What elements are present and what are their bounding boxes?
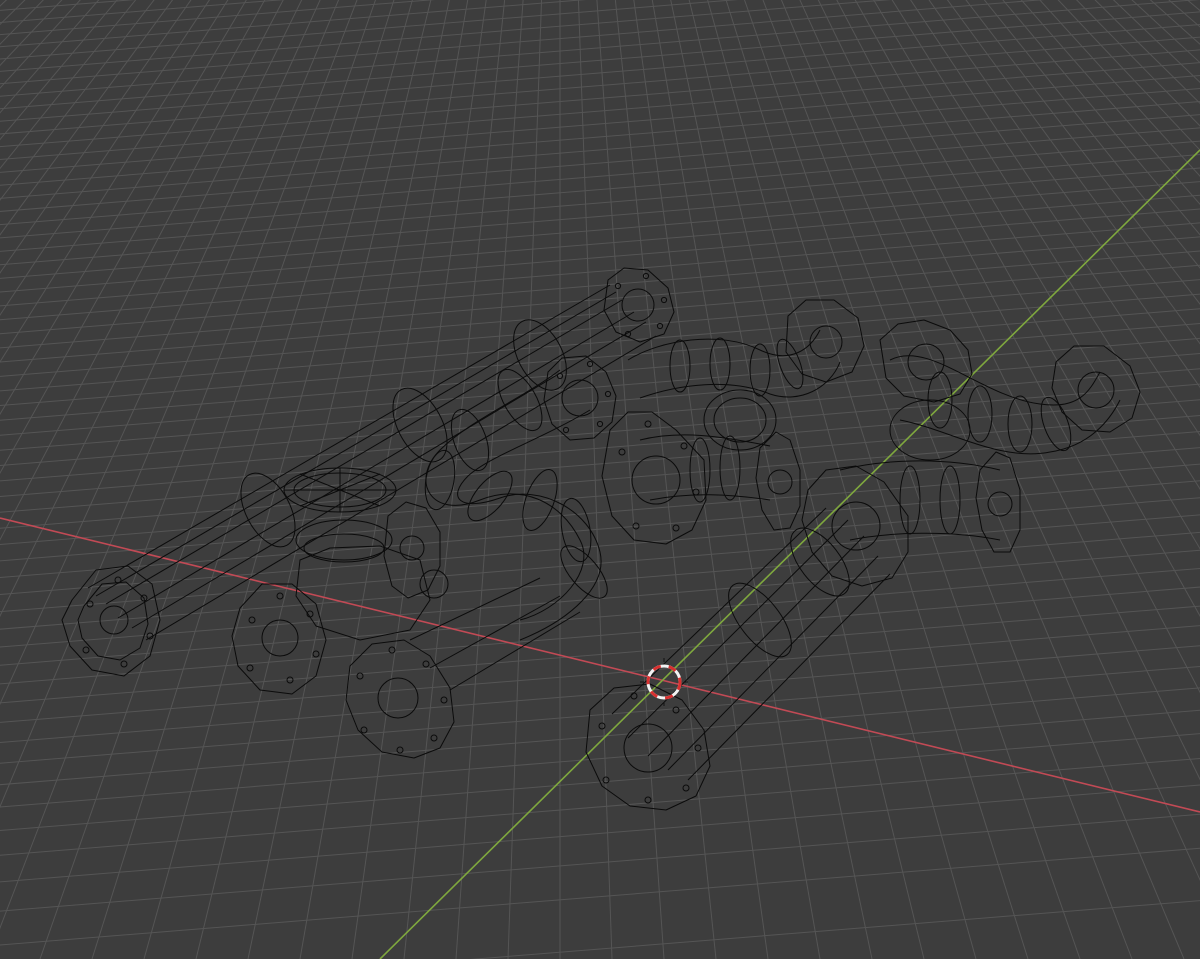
3d-viewport[interactable] xyxy=(0,0,1200,959)
handwheel-spokes xyxy=(284,468,396,512)
viewport-canvas[interactable] xyxy=(0,0,1200,959)
